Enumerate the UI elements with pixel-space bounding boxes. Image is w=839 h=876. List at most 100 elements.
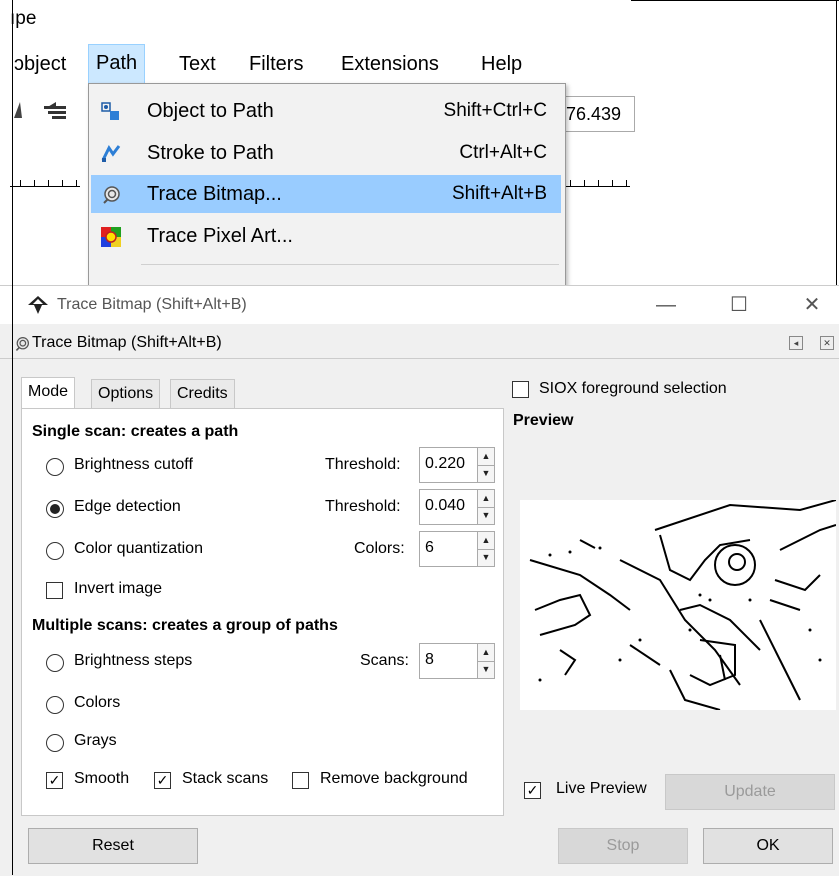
menu-help[interactable]: Help (477, 50, 526, 78)
brightness-steps-radio[interactable] (46, 654, 64, 672)
menu-object[interactable]: ɔbject (10, 50, 70, 78)
color-quantization-radio[interactable] (46, 542, 64, 560)
invert-image-checkbox[interactable] (46, 582, 63, 599)
siox-checkbox[interactable] (512, 381, 529, 398)
grays-label: Grays (74, 732, 117, 749)
stroke-to-path-icon (101, 145, 121, 162)
close-button[interactable]: ✕ (787, 290, 837, 320)
trace-bitmap-icon (103, 186, 120, 204)
menu-filters[interactable]: Filters (245, 50, 307, 78)
colors-radio[interactable] (46, 696, 64, 714)
dialog-titlebar: Trace Bitmap (Shift+Alt+B) — ☐ ✕ (0, 286, 839, 324)
edge-detection-label: Edge detection (74, 498, 181, 515)
scans-label: Scans: (360, 652, 409, 669)
menubar: ɔbject Path Text Filters Extensions Help (0, 44, 839, 84)
live-preview-label: Live Preview (556, 780, 647, 797)
spin-up-icon[interactable]: ▲ (478, 490, 494, 508)
preview-label: Preview (513, 412, 574, 429)
path-menu-dropdown: Object to Path Shift+Ctrl+C Stroke to Pa… (88, 83, 566, 292)
spin-up-icon[interactable]: ▲ (478, 644, 494, 662)
menu-item-shortcut: Ctrl+Alt+C (459, 142, 547, 163)
spin-down-icon[interactable]: ▼ (478, 549, 494, 566)
menu-item-shortcut: Shift+Alt+B (451, 183, 547, 204)
menu-path[interactable]: Path (88, 44, 146, 84)
smooth-label: Smooth (74, 770, 130, 787)
maximize-button[interactable]: ☐ (714, 290, 764, 320)
panel-dock-button[interactable]: ◂ (789, 336, 803, 350)
smooth-checkbox[interactable]: ✓ (46, 772, 63, 789)
edge-threshold-spinner[interactable]: 0.040 ▲ ▼ (419, 489, 495, 525)
ok-button[interactable]: OK (703, 828, 833, 864)
inkscape-logo-icon (28, 296, 48, 314)
grays-radio[interactable] (46, 734, 64, 752)
frame-border-top (631, 0, 839, 1)
remove-background-label: Remove background (320, 770, 468, 787)
menu-extensions[interactable]: Extensions (337, 50, 443, 78)
edge-detection-radio[interactable] (46, 500, 64, 518)
minimize-button[interactable]: — (641, 290, 691, 320)
update-button[interactable]: Update (665, 774, 835, 810)
trace-pixel-art-icon (101, 227, 121, 247)
frame-border-left (12, 0, 13, 875)
object-to-path-icon (101, 102, 119, 120)
tab-options[interactable]: Options (91, 379, 161, 408)
live-preview-checkbox[interactable]: ✓ (524, 782, 541, 799)
stop-button[interactable]: Stop (558, 828, 688, 864)
menu-item-trace-bitmap[interactable]: Trace Bitmap... Shift+Alt+B (91, 175, 561, 213)
colors-spinner[interactable]: 6 ▲ ▼ (419, 531, 495, 567)
tab-credits[interactable]: Credits (170, 379, 235, 408)
spin-down-icon[interactable]: ▼ (478, 465, 494, 482)
spin-down-icon[interactable]: ▼ (478, 661, 494, 678)
color-quantization-label: Color quantization (74, 540, 203, 557)
trace-preview-image (520, 500, 836, 710)
tab-mode[interactable]: Mode (21, 377, 76, 409)
panel-title: Trace Bitmap (Shift+Alt+B) (32, 334, 222, 351)
app-title: ıpe (10, 8, 37, 29)
menu-item-label: Trace Bitmap... (147, 183, 282, 205)
mode-tab-page: Single scan: creates a path Brightness c… (21, 408, 504, 816)
spin-up-icon[interactable]: ▲ (478, 448, 494, 466)
edge-threshold-value: 0.040 (425, 497, 466, 514)
siox-label: SIOX foreground selection (539, 380, 727, 397)
frame-border-right (836, 0, 837, 290)
remove-background-checkbox[interactable] (292, 772, 309, 789)
menu-item-label: Trace Pixel Art... (147, 225, 293, 247)
spin-down-icon[interactable]: ▼ (478, 507, 494, 524)
panel-header: Trace Bitmap (Shift+Alt+B) ◂ ✕ (0, 328, 839, 358)
spin-up-icon[interactable]: ▲ (478, 532, 494, 550)
scans-value: 8 (425, 651, 434, 668)
multi-scan-heading: Multiple scans: creates a group of paths (32, 617, 338, 634)
colors-value: 6 (425, 539, 434, 556)
menu-item-label: Object to Path (147, 100, 274, 122)
menu-separator (141, 264, 559, 265)
invert-image-label: Invert image (74, 580, 163, 597)
align-tool-icon[interactable] (0, 88, 100, 128)
colors-label: Colors: (354, 540, 405, 557)
colors-option-label: Colors (74, 694, 121, 711)
stack-scans-label: Stack scans (182, 770, 269, 787)
panel-separator (0, 358, 839, 359)
brightness-steps-label: Brightness steps (74, 652, 193, 669)
trace-notebook: Mode Options Credits Single scan: create… (21, 377, 504, 816)
reset-button[interactable]: Reset (28, 828, 198, 864)
menu-item-trace-pixel-art[interactable]: Trace Pixel Art... (91, 217, 561, 255)
dialog-window-title: Trace Bitmap (Shift+Alt+B) (57, 296, 247, 313)
single-scan-heading: Single scan: creates a path (32, 423, 239, 440)
brightness-threshold-spinner[interactable]: 0.220 ▲ ▼ (419, 447, 495, 483)
coordinate-field[interactable]: 76.439 (563, 96, 635, 132)
stack-scans-checkbox[interactable]: ✓ (154, 772, 171, 789)
menu-item-stroke-to-path[interactable]: Stroke to Path Ctrl+Alt+C (91, 134, 561, 172)
menu-item-shortcut: Shift+Ctrl+C (443, 100, 547, 121)
panel-close-button[interactable]: ✕ (820, 336, 834, 350)
brightness-threshold-label: Threshold: (325, 456, 401, 473)
menu-item-object-to-path[interactable]: Object to Path Shift+Ctrl+C (91, 92, 561, 130)
brightness-cutoff-radio[interactable] (46, 458, 64, 476)
brightness-cutoff-label: Brightness cutoff (74, 456, 193, 473)
ruler-left (10, 172, 80, 187)
trace-bitmap-dialog: Trace Bitmap (Shift+Alt+B) — ☐ ✕ Trace B… (0, 285, 839, 876)
menu-text[interactable]: Text (175, 50, 220, 78)
menu-item-label: Stroke to Path (147, 142, 274, 164)
scans-spinner[interactable]: 8 ▲ ▼ (419, 643, 495, 679)
ruler-right (566, 172, 630, 187)
brightness-threshold-value: 0.220 (425, 455, 466, 472)
